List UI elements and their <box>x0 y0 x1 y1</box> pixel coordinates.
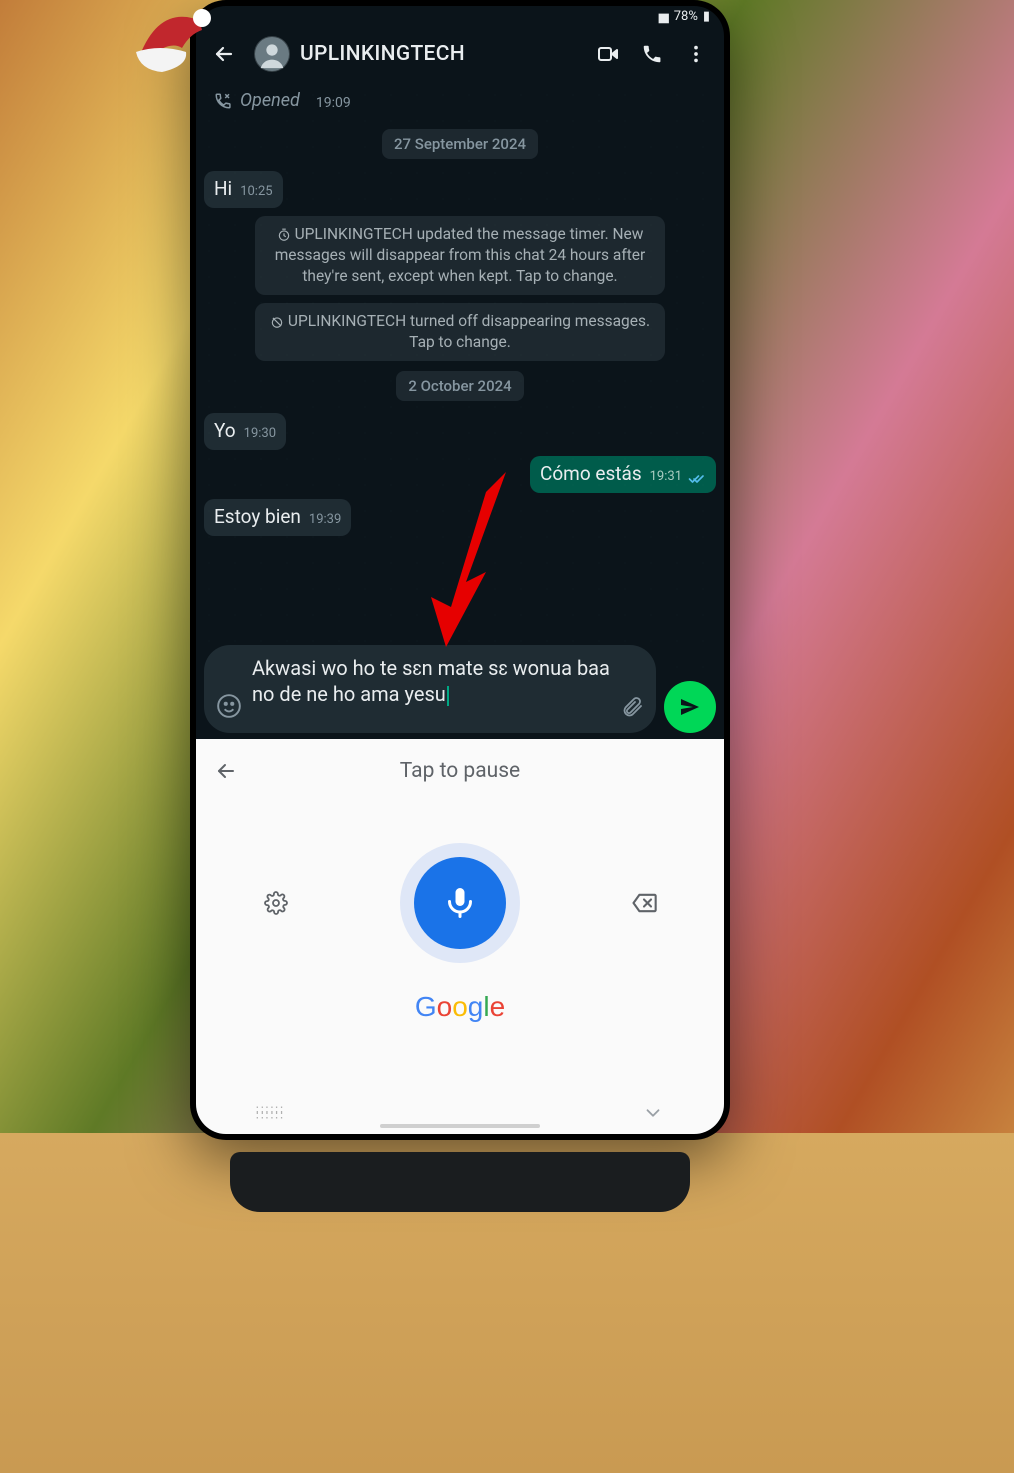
video-call-button[interactable] <box>588 34 628 74</box>
message-incoming-yo[interactable]: Yo 19:30 <box>204 413 286 450</box>
message-input-text[interactable]: Akwasi wo ho te sɛn mate sɛ wonua baa no… <box>252 655 610 723</box>
message-input-row: Akwasi wo ho te sɛn mate sɛ wonua baa no… <box>196 639 724 739</box>
voice-panel-mid <box>196 793 724 983</box>
battery-icon: ▮ <box>703 9 710 24</box>
phone-screen: ▅ 78% ▮ UPLINKINGTECH Opened 19 <box>196 6 724 1134</box>
message-incoming-estoybien[interactable]: Estoy bien 19:39 <box>204 499 351 536</box>
date-chip-1: 27 September 2024 <box>382 129 538 159</box>
phone-stand <box>230 1152 690 1212</box>
call-opened-row: Opened 19:09 <box>204 86 716 119</box>
header-actions <box>588 34 716 74</box>
more-options-button[interactable] <box>676 34 716 74</box>
message-time: 19:39 <box>309 512 341 528</box>
switch-keyboard-button[interactable]: ∷∷∷∷∷∷ <box>256 1107 285 1119</box>
opened-label: Opened <box>240 90 300 111</box>
voice-call-button[interactable] <box>632 34 672 74</box>
contact-name[interactable]: UPLINKINGTECH <box>300 42 578 66</box>
call-out-icon <box>214 92 232 110</box>
microphone-icon <box>442 885 478 921</box>
google-logo: Google <box>196 991 724 1023</box>
timer-off-icon <box>270 315 284 329</box>
opened-time: 19:09 <box>316 95 351 111</box>
message-time: 10:25 <box>240 184 272 200</box>
back-button[interactable] <box>204 34 244 74</box>
avatar[interactable] <box>254 36 290 72</box>
message-time: 19:30 <box>244 426 276 442</box>
system-message-timer-on[interactable]: UPLINKINGTECH updated the message timer.… <box>255 216 665 295</box>
nav-handle[interactable] <box>380 1124 540 1128</box>
status-bar: ▅ 78% ▮ <box>196 6 724 26</box>
message-text: Hi <box>214 177 232 200</box>
message-time: 19:31 <box>650 469 682 485</box>
message-input-box[interactable]: Akwasi wo ho te sɛn mate sɛ wonua baa no… <box>204 645 656 733</box>
voice-panel-title[interactable]: Tap to pause <box>242 759 678 783</box>
voice-settings-button[interactable] <box>256 883 296 923</box>
voice-panel-top: Tap to pause <box>196 749 724 793</box>
message-text: Yo <box>214 419 236 442</box>
read-receipt-icon <box>688 473 706 485</box>
system-text: UPLINKINGTECH updated the message timer.… <box>275 225 646 285</box>
annotation-arrow <box>426 472 526 652</box>
timer-icon <box>277 228 291 242</box>
message-outgoing-como[interactable]: Cómo estás 19:31 <box>530 456 716 493</box>
chat-header: UPLINKINGTECH <box>196 26 724 82</box>
attach-icon[interactable] <box>620 695 644 723</box>
sticker-icon[interactable] <box>216 693 242 723</box>
system-text: UPLINKINGTECH turned off disappearing me… <box>288 312 650 351</box>
voice-delete-button[interactable] <box>624 883 664 923</box>
message-text: Estoy bien <box>214 505 301 528</box>
chat-body[interactable]: Opened 19:09 27 September 2024 Hi 10:25 … <box>196 82 724 702</box>
date-chip-2: 2 October 2024 <box>396 371 523 401</box>
voice-panel-bottom: ∷∷∷∷∷∷ <box>196 1102 724 1124</box>
system-message-timer-off[interactable]: UPLINKINGTECH turned off disappearing me… <box>255 303 665 361</box>
message-incoming-hi[interactable]: Hi 10:25 <box>204 171 283 208</box>
signal-icon: ▅ <box>659 9 669 24</box>
message-text: Cómo estás <box>540 462 642 485</box>
send-button[interactable] <box>664 681 716 733</box>
voice-input-panel: Tap to pause Google ∷∷∷∷∷∷ <box>196 739 724 1134</box>
battery-text: 78% <box>674 9 698 24</box>
collapse-button[interactable] <box>642 1102 664 1124</box>
mic-button[interactable] <box>400 843 520 963</box>
voice-back-button[interactable] <box>214 759 242 783</box>
phone-frame: ▅ 78% ▮ UPLINKINGTECH Opened 19 <box>190 0 730 1140</box>
